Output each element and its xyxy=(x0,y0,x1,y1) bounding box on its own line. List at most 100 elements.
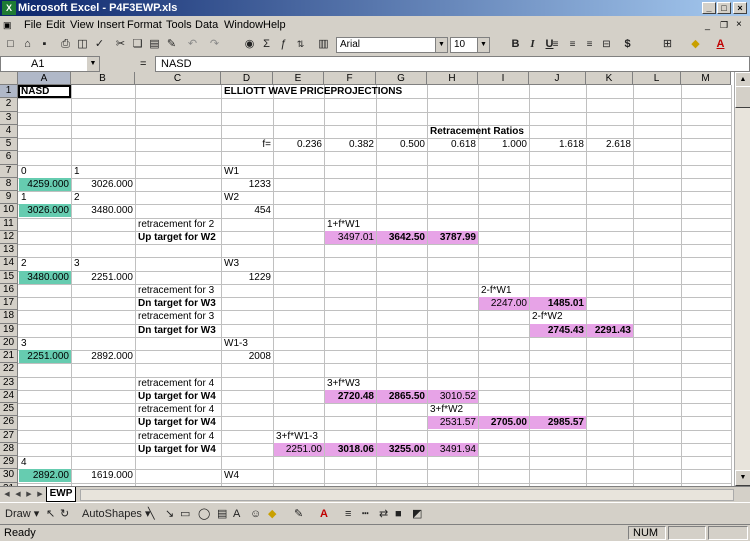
column-header[interactable]: H xyxy=(427,72,478,85)
cell-b7[interactable]: 1 xyxy=(72,165,135,178)
cell-j5[interactable]: 1.618 xyxy=(530,138,586,151)
row-header[interactable]: 11 xyxy=(0,217,18,231)
row-header[interactable]: 19 xyxy=(0,323,18,337)
row-header[interactable]: 24 xyxy=(0,389,18,403)
horizontal-scrollbar[interactable] xyxy=(80,489,734,501)
row-header[interactable]: 3 xyxy=(0,111,18,125)
3d-icon[interactable]: ◩ xyxy=(412,507,422,522)
cell-a9[interactable]: 1 xyxy=(19,191,71,204)
cell-f23[interactable]: 3+f*W3 xyxy=(325,377,376,390)
row-header[interactable]: 10 xyxy=(0,204,18,218)
doc-restore-icon[interactable]: ❐ xyxy=(720,16,728,34)
sort-icon[interactable]: ⇅ xyxy=(293,37,308,52)
align-left-icon[interactable]: ≡ xyxy=(548,37,563,52)
line-color-icon[interactable]: ✎ xyxy=(294,507,303,522)
cell-h24[interactable]: 3010.52 xyxy=(428,389,478,403)
cell-b15[interactable]: 2251.000 xyxy=(72,271,135,284)
doc-minimize-icon[interactable]: _ xyxy=(705,16,710,34)
row-header[interactable]: 5 xyxy=(0,138,18,152)
cell-h28[interactable]: 3491.94 xyxy=(428,442,478,456)
font-size-select[interactable]: 10 ▼ xyxy=(450,37,490,53)
prev-sheet-icon[interactable]: ◀ xyxy=(13,489,23,500)
last-sheet-icon[interactable]: ▶ xyxy=(35,489,45,500)
print-preview-icon[interactable]: ◫ xyxy=(75,37,90,52)
cell-j19[interactable]: 2745.43 xyxy=(530,323,586,337)
cell-c17[interactable]: Dn target for W3 xyxy=(136,297,221,310)
cell-b9[interactable]: 2 xyxy=(72,191,135,204)
chart-wizard-icon[interactable]: ▥ xyxy=(316,37,331,52)
cell-c12[interactable]: Up target for W2 xyxy=(136,231,221,244)
arrow-style-icon[interactable]: ⇄ xyxy=(379,507,388,522)
undo-icon[interactable]: ↶ xyxy=(185,37,200,52)
cell-g12[interactable]: 3642.50 xyxy=(377,230,427,244)
cell-f24[interactable]: 2720.48 xyxy=(325,389,376,403)
fill-color-icon[interactable]: ◆ xyxy=(688,37,703,52)
next-sheet-icon[interactable]: ▶ xyxy=(24,489,34,500)
worksheet-grid[interactable]: A B C D E F G H I J K L M 1 2 3 4 5 6 7 8 9 10 11 12 13 14 15 16 17 18… xyxy=(0,72,750,486)
cell-d8[interactable]: 1233 xyxy=(222,178,273,191)
select-all-corner[interactable] xyxy=(0,72,18,85)
autosum-icon[interactable]: Σ xyxy=(259,37,274,52)
arrow-icon[interactable]: ↘ xyxy=(165,507,174,522)
cell-a15[interactable]: 3480.000 xyxy=(19,270,71,284)
row-header[interactable]: 2 xyxy=(0,98,18,112)
line-icon[interactable]: ╲ xyxy=(148,507,155,522)
free-rotate-icon[interactable]: ↻ xyxy=(60,507,69,522)
doc-close-icon[interactable]: × xyxy=(736,16,742,34)
chevron-down-icon[interactable]: ▼ xyxy=(87,57,99,71)
cell-f28[interactable]: 3018.06 xyxy=(325,442,376,456)
vertical-scrollbar[interactable]: ▲ ▼ xyxy=(734,72,750,486)
row-header[interactable]: 29 xyxy=(0,456,18,470)
menu-help[interactable]: Help xyxy=(263,16,286,34)
cell-g24[interactable]: 2865.50 xyxy=(377,389,427,403)
shadow-icon[interactable]: ■ xyxy=(395,507,402,522)
spelling-icon[interactable]: ✓ xyxy=(92,37,107,52)
cell-e5[interactable]: 0.236 xyxy=(274,138,324,151)
font-color-icon[interactable]: A xyxy=(320,507,328,522)
cell-j17[interactable]: 1485.01 xyxy=(530,297,586,310)
bold-button[interactable]: B xyxy=(508,37,523,52)
cell-i17[interactable]: 2247.00 xyxy=(479,297,529,310)
excel-icon[interactable]: X xyxy=(2,1,16,15)
cell-f12[interactable]: 3497.01 xyxy=(325,230,376,244)
minimize-icon[interactable]: _ xyxy=(702,2,716,14)
row-header[interactable]: 27 xyxy=(0,429,18,443)
cell-a10[interactable]: 3026.000 xyxy=(19,204,71,218)
cell-b8[interactable]: 3026.000 xyxy=(72,178,135,191)
row-header[interactable]: 18 xyxy=(0,310,18,324)
new-icon[interactable]: □ xyxy=(3,37,18,52)
cell-c19[interactable]: Dn target for W3 xyxy=(136,324,221,337)
sheet-tab-ewp[interactable]: EWP xyxy=(46,487,76,502)
cell-c16[interactable]: retracement for 3 xyxy=(136,284,221,297)
function-icon[interactable]: ƒ xyxy=(276,37,291,52)
cell-k5[interactable]: 2.618 xyxy=(587,138,633,151)
save-icon[interactable]: ▪ xyxy=(37,37,52,52)
row-header[interactable]: 15 xyxy=(0,270,18,284)
cell-a7[interactable]: 0 xyxy=(19,165,71,178)
cell-f5[interactable]: 0.382 xyxy=(325,138,376,151)
select-objects-icon[interactable]: ↖ xyxy=(46,507,55,522)
hyperlink-icon[interactable]: ◉ xyxy=(242,37,257,52)
cell-g28[interactable]: 3255.00 xyxy=(377,442,427,456)
cell-c18[interactable]: retracement for 3 xyxy=(136,310,221,323)
column-header[interactable]: I xyxy=(478,72,529,85)
column-header[interactable]: F xyxy=(324,72,376,85)
menu-file[interactable]: File xyxy=(24,16,42,34)
row-header[interactable]: 8 xyxy=(0,177,18,191)
cell-f11[interactable]: 1+f*W1 xyxy=(325,218,376,231)
column-header[interactable]: B xyxy=(71,72,135,85)
cell-i16[interactable]: 2-f*W1 xyxy=(479,284,529,297)
cell-a30[interactable]: 2892.00 xyxy=(19,469,71,483)
borders-icon[interactable]: ⊞ xyxy=(660,37,675,52)
row-header[interactable]: 1 xyxy=(0,85,18,99)
cell-d10[interactable]: 454 xyxy=(222,204,273,217)
column-header[interactable]: A xyxy=(18,72,71,85)
align-right-icon[interactable]: ≡ xyxy=(582,37,597,52)
format-painter-icon[interactable]: ✎ xyxy=(164,37,179,52)
font-color-icon[interactable]: A xyxy=(713,37,728,52)
cell-d20[interactable]: W1-3 xyxy=(222,337,273,350)
first-sheet-icon[interactable]: ◀ xyxy=(2,489,12,500)
cell-a20[interactable]: 3 xyxy=(19,337,71,350)
scroll-thumb[interactable] xyxy=(735,86,750,108)
row-header[interactable]: 7 xyxy=(0,164,18,178)
